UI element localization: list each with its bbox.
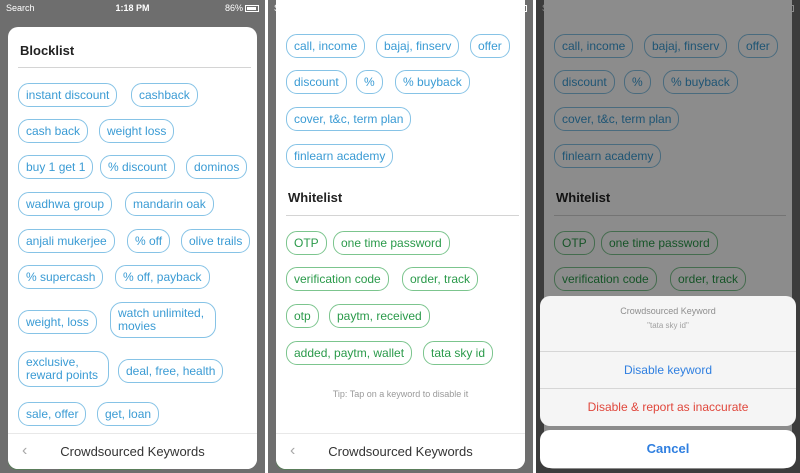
keyword-chip[interactable]: verification code (286, 267, 389, 291)
section-title-blocklist: Blocklist (20, 43, 75, 58)
screen-blocklist: Search 1:18 PM 86% OTPone time password … (0, 0, 265, 473)
keyword-chip[interactable]: wadhwa group (18, 192, 113, 216)
action-sheet-header: Crowdsourced Keyword "tata sky id" (540, 296, 796, 352)
sheet-title: Crowdsourced Keywords (328, 444, 473, 459)
keyword-chip[interactable]: cash back (18, 119, 89, 143)
keyword-chip[interactable]: deal, free, health (118, 359, 224, 383)
action-sheet: Crowdsourced Keyword "tata sky id" Disab… (540, 296, 796, 426)
disable-report-button[interactable]: Disable & report as inaccurate (540, 389, 796, 426)
keyword-chip[interactable]: sale, offer (18, 402, 87, 426)
action-sheet-subtitle: "tata sky id" (647, 321, 689, 330)
screen-action-sheet: Search 1:18 PM 86% call, income bajaj, f… (536, 0, 800, 473)
keyword-chip[interactable]: instant discount (18, 83, 118, 107)
keyword-chip[interactable]: buy 1 get 1 (18, 155, 94, 179)
keyword-chip[interactable]: get, loan (97, 402, 160, 426)
keyword-chip[interactable]: % (356, 70, 383, 94)
sheet-footer: ‹ Crowdsourced Keywords (8, 433, 257, 469)
keyword-chip[interactable]: offer (470, 34, 510, 58)
cancel-button[interactable]: Cancel (540, 430, 796, 468)
keyword-chip[interactable]: olive trails (181, 229, 251, 253)
keyword-chip[interactable]: one time password (333, 231, 450, 255)
keyword-chip[interactable]: bajaj, finserv (376, 34, 460, 58)
keyword-chip[interactable]: % buyback (395, 70, 470, 94)
battery-percent: 86% (224, 3, 243, 13)
keyword-chip[interactable]: paytm, received (329, 304, 430, 328)
keywords-sheet: Blocklist instant discount cashback cash… (8, 27, 257, 469)
keyword-chip[interactable]: watch unlimited, movies (110, 302, 216, 338)
keyword-chip[interactable]: weight loss (99, 119, 175, 143)
keyword-chip[interactable]: tata sky id (423, 341, 494, 365)
keyword-chip[interactable]: cashback (131, 83, 198, 107)
sheet-title: Crowdsourced Keywords (60, 444, 205, 459)
disable-keyword-button[interactable]: Disable keyword (540, 352, 796, 389)
keyword-chip[interactable]: weight, loss (18, 310, 97, 334)
keyword-chip[interactable]: order, track (402, 267, 479, 291)
keyword-chip[interactable]: % supercash (18, 265, 104, 289)
keyword-chip[interactable]: call, income (286, 34, 366, 58)
keyword-chip[interactable]: discount (286, 70, 347, 94)
divider (286, 215, 519, 216)
status-bar: Search 1:18 PM 86% (0, 0, 265, 16)
divider (18, 67, 251, 68)
keyword-chip[interactable]: anjali mukerjee (18, 229, 115, 253)
battery-indicator: 86% (225, 3, 259, 13)
keyword-chip[interactable]: mandarin oak (125, 192, 214, 216)
keyword-chip[interactable]: otp (286, 304, 319, 328)
keyword-chip[interactable]: OTP (286, 231, 327, 255)
battery-icon (245, 5, 259, 13)
keywords-sheet: call, income bajaj, finserv offer discou… (276, 0, 525, 469)
keyword-chip[interactable]: finlearn academy (286, 144, 394, 168)
keyword-chip[interactable]: dominos (186, 155, 248, 179)
screen-whitelist: Search 1:18 PM 86% OTPone time password … (268, 0, 533, 473)
sheet-footer: ‹ Crowdsourced Keywords (276, 433, 525, 469)
tip-text: Tip: Tap on a keyword to disable it (332, 389, 469, 399)
section-title-whitelist: Whitelist (288, 190, 343, 205)
keyword-chip[interactable]: % off (127, 229, 171, 253)
keyword-chip[interactable]: exclusive, reward points (18, 351, 109, 387)
keyword-chip[interactable]: % off, payback (115, 265, 210, 289)
keyword-chip[interactable]: cover, t&c, term plan (286, 107, 412, 131)
action-sheet-title: Crowdsourced Keyword (620, 306, 716, 316)
keyword-chip[interactable]: % discount (100, 155, 175, 179)
keyword-chip[interactable]: added, paytm, wallet (286, 341, 413, 365)
